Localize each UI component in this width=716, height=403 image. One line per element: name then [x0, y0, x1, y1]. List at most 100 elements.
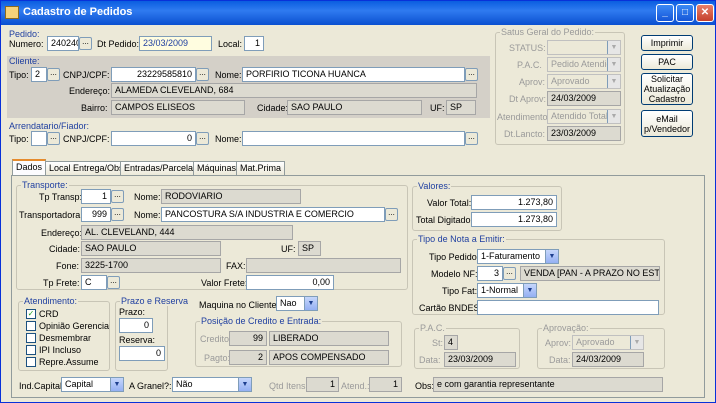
- ipi-incluso-checkbox[interactable]: [26, 345, 36, 355]
- fiador-tipo-lookup-button[interactable]: ...: [47, 132, 60, 145]
- cartao-bndes-label: Cartão BNDES:: [419, 303, 483, 313]
- maximize-icon[interactable]: □: [676, 4, 694, 22]
- qtd-itens-label: Qtd Itens:: [269, 381, 309, 391]
- numero-lookup-button[interactable]: ...: [79, 37, 92, 50]
- desmembrar-checkbox[interactable]: [26, 333, 36, 343]
- credito-label: Credito:: [200, 334, 232, 344]
- dt-pedido-field[interactable]: 23/03/2009: [139, 36, 212, 51]
- local-label: Local:: [218, 39, 243, 49]
- minimize-icon[interactable]: _: [656, 4, 674, 22]
- email-vendedor-button[interactable]: eMail p/Vendedor: [641, 110, 693, 137]
- imprimir-button[interactable]: Imprimir: [641, 35, 693, 51]
- crd-checkbox[interactable]: ✓: [26, 309, 36, 319]
- status-pac-select[interactable]: Pedido Atendid ▼: [547, 57, 621, 72]
- modelo-nf-desc-field: VENDA [PAN - A PRAZO NO ESTAD: [520, 266, 660, 281]
- transportadora-lookup-button[interactable]: ...: [111, 208, 124, 221]
- status-dtlanc-label: Dt.Lancto:: [504, 129, 546, 139]
- nota-section-title: Tipo de Nota a Emitir:: [417, 234, 506, 244]
- local-field[interactable]: 1: [244, 36, 264, 51]
- modelo-nf-lookup-button[interactable]: ...: [503, 267, 516, 280]
- pac-data-field: 23/03/2009: [444, 352, 516, 367]
- tipo-pedido-select[interactable]: 1-Faturamento ▼: [477, 249, 559, 264]
- obs-label: Obs:: [415, 381, 435, 391]
- fiador-nome-lookup-button[interactable]: ...: [465, 132, 478, 145]
- status-atend-select[interactable]: Atendido Total ▼: [547, 109, 621, 124]
- prazo-field[interactable]: 0: [119, 318, 153, 333]
- aprovacao-aprov-select[interactable]: Aprovado ▼: [572, 335, 644, 350]
- pagto-field: APOS COMPENSADO: [269, 350, 389, 365]
- tab-mat-prima[interactable]: Mat.Prima: [236, 161, 286, 175]
- app-icon: [5, 6, 19, 19]
- cliente-tipo-lookup-button[interactable]: ...: [47, 68, 60, 81]
- transporte-section-title: Transporte:: [21, 180, 69, 190]
- aprovacao-section-title: Aprovação:: [542, 323, 590, 333]
- numero-field[interactable]: 240240: [47, 36, 79, 51]
- fiador-cnpj-field[interactable]: 0: [111, 131, 196, 146]
- tp-frete-field[interactable]: C: [81, 275, 107, 290]
- transportadora-nome-lookup-button[interactable]: ...: [385, 208, 398, 221]
- credito-code-field: 99: [229, 331, 267, 346]
- title-bar[interactable]: Cadastro de Pedidos _ □ ✕: [1, 1, 715, 25]
- fiador-cnpj-lookup-button[interactable]: ...: [196, 132, 209, 145]
- cliente-uf-label: UF:: [430, 103, 445, 113]
- tab-dados[interactable]: Dados: [12, 159, 47, 176]
- tp-transp-lookup-button[interactable]: ...: [111, 190, 124, 203]
- solicitar-atualizacao-button[interactable]: Solicitar Atualização Cadastro: [641, 73, 693, 105]
- tp-transp-field[interactable]: 1: [81, 189, 111, 204]
- transportadora-nome-field[interactable]: PANCOSTURA S/A INDUSTRIA E COMERCIO: [161, 207, 385, 222]
- pedido-section-title: Pedido:: [9, 29, 40, 39]
- opiniao-gerencia-checkbox[interactable]: [26, 321, 36, 331]
- cliente-nome-label: Nome:: [215, 70, 242, 80]
- atend-label: Atend.:: [341, 381, 370, 391]
- tipo-pedido-label: Tipo Pedido:: [429, 252, 480, 262]
- cliente-nome-field[interactable]: PORFIRIO TICONA HUANCA: [242, 67, 465, 82]
- cliente-tipo-field[interactable]: 2: [31, 67, 47, 82]
- status-aprov-select[interactable]: Aprovado ▼: [547, 74, 621, 89]
- transp-cidade-label: Cidade:: [49, 244, 81, 254]
- tab-maquinas[interactable]: Máquinas: [193, 161, 241, 175]
- pac-button[interactable]: PAC: [641, 54, 693, 70]
- cliente-cnpj-field[interactable]: 23229585810: [111, 67, 196, 82]
- fone-field: 3225-1700: [81, 258, 221, 273]
- modelo-nf-field[interactable]: 3: [477, 266, 503, 281]
- tab-local-entrega[interactable]: Local Entrega/Obs: [45, 161, 128, 175]
- cliente-cnpj-lookup-button[interactable]: ...: [196, 68, 209, 81]
- fiador-section-title: Arrendatario/Fiador:: [9, 121, 90, 131]
- status-select[interactable]: ▼: [547, 40, 621, 55]
- tab-entradas-parcelas[interactable]: Entradas/Parcelas: [120, 161, 202, 175]
- total-digitado-field[interactable]: 1.273,80: [471, 212, 557, 227]
- cliente-nome-lookup-button[interactable]: ...: [465, 68, 478, 81]
- dt-pedido-label: Dt Pedido:: [97, 39, 140, 49]
- tipo-fat-select[interactable]: 1-Normal ▼: [477, 283, 537, 298]
- transportadora-field[interactable]: 999: [81, 207, 111, 222]
- tp-nome-label: Nome:: [134, 192, 161, 202]
- valor-total-label: Valor Total:: [427, 198, 472, 208]
- atend-field: 1: [369, 377, 402, 392]
- cartao-bndes-field[interactable]: [477, 300, 659, 315]
- ipi-incluso-label: IPI Incluso: [39, 345, 82, 355]
- fiador-nome-field[interactable]: [242, 131, 465, 146]
- opiniao-gerencia-label: Opinião Gerencia: [39, 321, 110, 331]
- atendimento-section-title: Atendimento:: [23, 296, 79, 306]
- fiador-tipo-field[interactable]: [31, 131, 47, 146]
- status-atend-label: Atendimento:: [497, 112, 551, 122]
- cliente-endereco-field: ALAMEDA CLEVELAND, 684: [111, 83, 477, 98]
- fiador-cnpj-label: CNPJ/CPF:: [63, 134, 110, 144]
- cliente-uf-field: SP: [446, 100, 476, 115]
- numero-label: Numero:: [9, 39, 44, 49]
- reserva-field[interactable]: 0: [119, 346, 165, 361]
- valor-frete-label: Valor Frete:: [201, 278, 248, 288]
- close-icon[interactable]: ✕: [696, 4, 714, 22]
- tp-frete-lookup-button[interactable]: ...: [107, 276, 120, 289]
- status-pac-label: P.A.C.: [517, 60, 542, 70]
- ind-capital-select[interactable]: Capital ▼: [61, 377, 124, 392]
- total-digitado-label: Total Digitado:: [416, 215, 474, 225]
- valor-frete-field[interactable]: 0,00: [246, 275, 334, 290]
- valores-section-title: Valores:: [417, 181, 452, 191]
- granel-select[interactable]: Não ▼: [172, 377, 252, 392]
- obs-field: e com garantia representante: [433, 377, 663, 392]
- valor-total-field[interactable]: 1.273,80: [471, 195, 557, 210]
- repre-assume-checkbox[interactable]: [26, 357, 36, 367]
- transportadora-label: Transportadora:: [19, 210, 83, 220]
- maquina-select[interactable]: Nao ▼: [276, 296, 318, 311]
